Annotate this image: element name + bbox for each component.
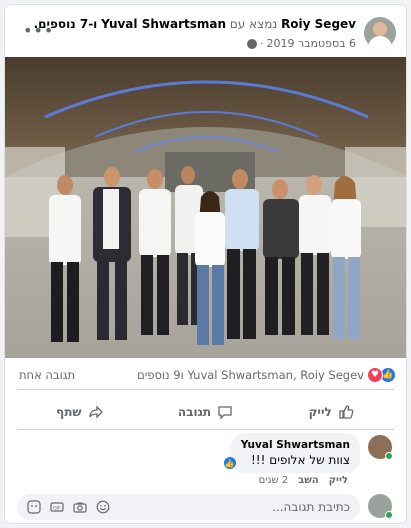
comment-icon — [218, 406, 232, 420]
svg-text:GIF: GIF — [53, 505, 61, 511]
divider — [17, 429, 394, 430]
post-actions: לייק תגובה שתף — [17, 395, 394, 429]
comment-button[interactable]: תגובה — [143, 395, 269, 429]
comment-composer: כתיבת תגובה... GIF — [5, 492, 406, 522]
post-header: Roiy Segev נמצא עם Yuval Shwartsman ו-7 … — [5, 5, 406, 55]
comment-like-link[interactable]: לייק — [329, 475, 348, 486]
comment-time[interactable]: 2 שנים — [259, 475, 289, 486]
post-photo[interactable] — [5, 57, 406, 358]
comment-count[interactable]: תגובה אחת — [19, 368, 75, 382]
comment-like-icon[interactable]: 👍 — [222, 456, 237, 470]
online-indicator — [385, 511, 393, 519]
comment-placeholder: כתיבת תגובה... — [272, 500, 350, 514]
love-reaction-icon: ♥ — [367, 367, 383, 383]
gif-icon[interactable]: GIF — [50, 500, 64, 514]
share-icon — [88, 405, 103, 419]
comment-item: Yuval Shwartsman צוות של אלופים !!! 👍 לי… — [5, 433, 406, 488]
comment-bubble: Yuval Shwartsman צוות של אלופים !!! 👍 — [222, 433, 360, 473]
commenter-avatar[interactable] — [368, 435, 393, 460]
reactions-bar: 👍 ♥ Yuval Shwartsman, Roiy Segev ו9 נוספ… — [5, 363, 406, 385]
post-title-line: Roiy Segev נמצא עם Yuval Shwartsman ו-7 … — [34, 17, 356, 31]
post-card: Roiy Segev נמצא עם Yuval Shwartsman ו-7 … — [4, 4, 407, 524]
author-avatar[interactable] — [364, 17, 396, 49]
online-indicator — [385, 452, 393, 460]
like-button[interactable]: לייק — [268, 395, 394, 429]
tagged-name[interactable]: Yuval Shwartsman — [101, 17, 226, 31]
sticker-icon[interactable] — [27, 500, 41, 514]
comment-input[interactable]: כתיבת תגובה... GIF — [17, 494, 360, 520]
comment-reply-link[interactable]: השב — [298, 475, 319, 486]
my-avatar — [368, 494, 393, 519]
post-date[interactable]: 6 בספטמבר 2019 — [266, 37, 356, 50]
share-button[interactable]: שתף — [17, 395, 143, 429]
composer-tools: GIF — [27, 500, 110, 514]
meta-separator: · — [259, 37, 264, 50]
reaction-names[interactable]: Yuval Shwartsman, Roiy Segev ו9 נוספים — [137, 368, 364, 382]
reaction-icons[interactable]: 👍 ♥ — [367, 367, 396, 383]
emoji-icon[interactable] — [96, 500, 110, 514]
post-meta: 6 בספטמבר 2019 · — [246, 37, 356, 50]
comment-label: תגובה — [177, 405, 212, 419]
globe-icon — [246, 38, 257, 49]
thumbs-up-icon — [339, 405, 354, 419]
commenter-name[interactable]: Yuval Shwartsman — [241, 439, 350, 451]
like-label: לייק — [308, 405, 332, 419]
divider — [17, 389, 394, 390]
more-options-icon[interactable]: ••• — [23, 21, 54, 40]
group-photo — [5, 57, 406, 358]
comment-text: צוות של אלופים !!! — [251, 453, 350, 467]
share-label: שתף — [56, 405, 82, 419]
with-text: נמצא עם — [229, 17, 278, 31]
camera-icon[interactable] — [73, 500, 87, 514]
author-name[interactable]: Roiy Segev — [281, 17, 356, 31]
comment-meta: לייק השב 2 שנים — [259, 475, 348, 486]
